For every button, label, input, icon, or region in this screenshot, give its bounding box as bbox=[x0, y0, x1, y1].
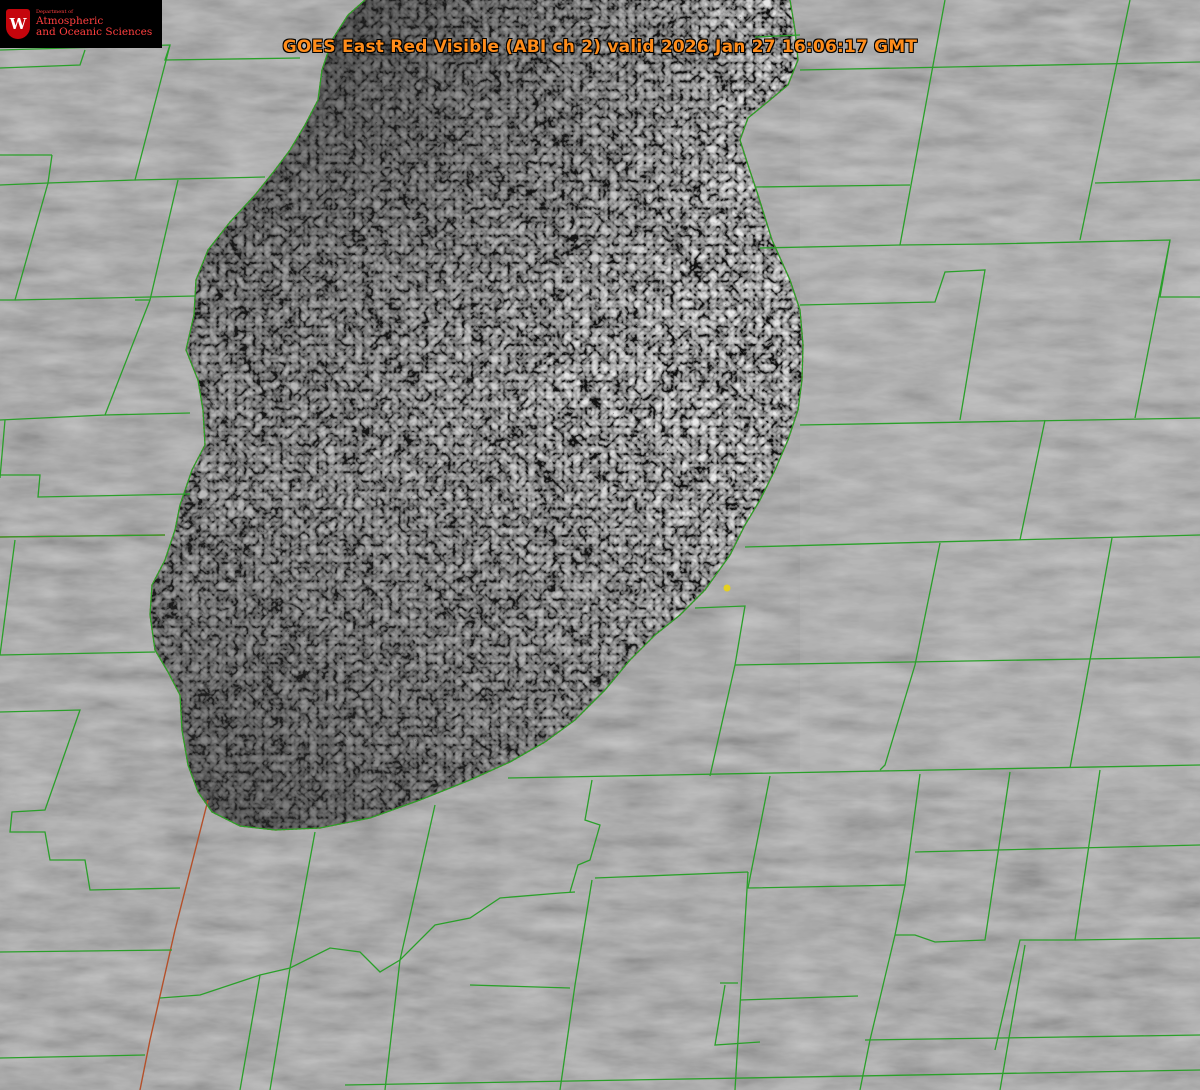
logo-line-1: Atmospheric bbox=[36, 14, 104, 27]
satellite-image: W Department of Atmospheric and Oceanic … bbox=[0, 0, 1200, 1090]
logo-text: Department of Atmospheric and Oceanic Sc… bbox=[36, 10, 153, 38]
crest-letter: W bbox=[9, 15, 27, 33]
image-title: GOES East Red Visible (ABI ch 2) valid 2… bbox=[282, 37, 918, 57]
satellite-map bbox=[0, 0, 1200, 1090]
east-cloud-streaks bbox=[800, 100, 1200, 800]
w-crest-icon: W bbox=[6, 9, 30, 39]
station-marker bbox=[723, 584, 731, 592]
logo-line-2: and Oceanic Sciences bbox=[36, 25, 153, 38]
